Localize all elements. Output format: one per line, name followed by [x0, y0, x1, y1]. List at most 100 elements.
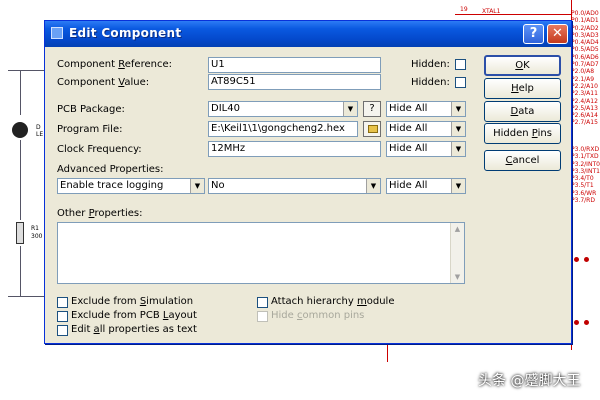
port-pin: P3.3/INT1: [571, 167, 600, 175]
exclude-simulation-checkbox[interactable]: [57, 297, 68, 308]
scroll-down-icon[interactable]: ▼: [451, 271, 464, 283]
xtal-wire: [455, 14, 571, 15]
advanced-value-select[interactable]: No ▼: [208, 178, 381, 194]
edit-all-properties-label: Edit all properties as text: [71, 324, 197, 335]
label-part: ancel: [512, 155, 540, 166]
exclude-pcb-label: Exclude from PCB Layout: [71, 310, 197, 321]
select-value: No: [211, 180, 225, 191]
junction-dot: [574, 257, 579, 262]
pcb-package-select[interactable]: DIL40 ▼: [208, 101, 358, 117]
wire: [20, 140, 21, 220]
folder-icon: [368, 125, 378, 133]
edit-component-dialog: Edit Component ? ✕ Component Reference: …: [44, 20, 572, 344]
port-pin: P0.7/AD7: [571, 61, 599, 69]
hidden-label: Hidden:: [411, 77, 450, 88]
close-button[interactable]: ✕: [547, 24, 568, 44]
port-pin: P2.4/A12: [571, 97, 598, 105]
select-value: Enable trace logging: [60, 180, 164, 191]
edit-all-properties-checkbox[interactable]: [57, 325, 68, 336]
hide-common-pins-checkbox[interactable]: [257, 311, 268, 322]
label-part: eference:: [124, 59, 172, 70]
chevron-down-icon: ▼: [190, 179, 204, 193]
advanced-visibility-select[interactable]: Hide All ▼: [386, 178, 466, 194]
label-part: ins: [537, 128, 552, 139]
component-value-input[interactable]: AT89C51: [208, 74, 381, 90]
select-value: Hide All: [389, 103, 428, 114]
xtal-pin-number: 19: [460, 6, 468, 13]
pcb-package-visibility-select[interactable]: Hide All ▼: [386, 101, 466, 117]
port-pin: P2.6/A14: [571, 112, 598, 120]
attach-hierarchy-label: Attach hierarchy module: [271, 296, 394, 307]
advanced-property-select[interactable]: Enable trace logging ▼: [57, 178, 205, 194]
port-pin: P2.0/A8: [571, 68, 595, 76]
clock-frequency-input[interactable]: 12MHz: [208, 141, 381, 157]
wire: [387, 344, 388, 362]
help-button[interactable]: Help: [484, 78, 561, 99]
label-part: Edit: [71, 324, 94, 335]
attach-hierarchy-checkbox[interactable]: [257, 297, 268, 308]
port-pin: P0.3/AD3: [571, 31, 599, 39]
ok-button[interactable]: OK: [484, 55, 561, 76]
label-part: elp: [518, 83, 534, 94]
browse-file-button[interactable]: [363, 121, 381, 137]
chevron-down-icon: ▼: [343, 102, 357, 116]
clock-frequency-label: Clock Frequency:: [57, 144, 142, 155]
select-value: Hide All: [389, 143, 428, 154]
port-pin: P2.7/A15: [571, 119, 598, 127]
program-file-label: Program File:: [57, 124, 123, 135]
junction-dot: [584, 320, 589, 325]
label-part: Component: [57, 59, 119, 70]
reference-hidden-checkbox[interactable]: [455, 59, 466, 70]
port-pin: P2.1/A9: [571, 75, 595, 83]
junction-dot: [574, 320, 579, 325]
value-hidden-checkbox[interactable]: [455, 77, 466, 88]
hidden-pins-button[interactable]: Hidden Pins: [484, 123, 561, 144]
label-part: K: [523, 60, 530, 71]
chevron-down-icon: ▼: [451, 102, 465, 116]
wire: [20, 246, 21, 296]
select-value: Hide All: [389, 123, 428, 134]
label-part: Component: [57, 77, 119, 88]
port-pin: P3.7/RD: [571, 197, 595, 205]
label-part: ll properties as text: [99, 324, 197, 335]
label-part: ommon pins: [302, 310, 365, 321]
window-icon: [51, 27, 63, 39]
label-part: H: [511, 83, 519, 94]
clock-frequency-visibility-select[interactable]: Hide All ▼: [386, 141, 466, 157]
scroll-up-icon[interactable]: ▲: [451, 223, 464, 235]
resistor-label: R1: [31, 225, 39, 232]
package-help-button[interactable]: ?: [363, 101, 381, 117]
program-file-input[interactable]: E:\Keil1\1\gongcheng2.hex: [208, 121, 358, 137]
port-pin: P2.3/A11: [571, 90, 598, 98]
label-part: ata: [518, 106, 535, 117]
data-button[interactable]: Data: [484, 101, 561, 122]
port-pin: P0.0/AD0: [571, 10, 599, 17]
program-file-visibility-select[interactable]: Hide All ▼: [386, 121, 466, 137]
label-part: Other: [57, 208, 89, 219]
pcb-package-label: PCB Package:: [57, 104, 125, 115]
wire: [20, 70, 21, 115]
chevron-down-icon: ▼: [451, 179, 465, 193]
title-bar[interactable]: Edit Component ? ✕: [45, 21, 571, 47]
other-properties-textarea[interactable]: ▲ ▼: [57, 222, 465, 284]
textarea-scrollbar[interactable]: ▲ ▼: [450, 223, 464, 283]
port-pin: P3.4/T0: [571, 175, 594, 183]
port-pin: P3.0/RXD: [571, 146, 600, 153]
wire: [8, 296, 44, 297]
watermark: 头条 @蹙脚大王: [478, 373, 581, 389]
chevron-down-icon: ▼: [451, 122, 465, 136]
component-reference-input[interactable]: U1: [208, 57, 381, 73]
label-part: imulation: [146, 296, 194, 307]
port-pin: P0.4/AD4: [571, 39, 599, 47]
exclude-pcb-checkbox[interactable]: [57, 311, 68, 322]
label-part: C: [505, 155, 513, 166]
wire: [8, 70, 44, 71]
led-icon: [12, 122, 28, 138]
label-part: Exclude from: [71, 296, 140, 307]
cancel-button[interactable]: Cancel: [484, 150, 561, 171]
component-reference-label: Component Reference:: [57, 59, 172, 70]
port-pins-bottom: P3.0/RXD P3.1/TXD P3.2/INT0 P3.3/INT1 P3…: [571, 146, 600, 204]
label-part: Attach hierarchy: [271, 296, 357, 307]
xtal-pin-label: XTAL1: [482, 8, 501, 15]
help-title-button[interactable]: ?: [523, 24, 544, 44]
